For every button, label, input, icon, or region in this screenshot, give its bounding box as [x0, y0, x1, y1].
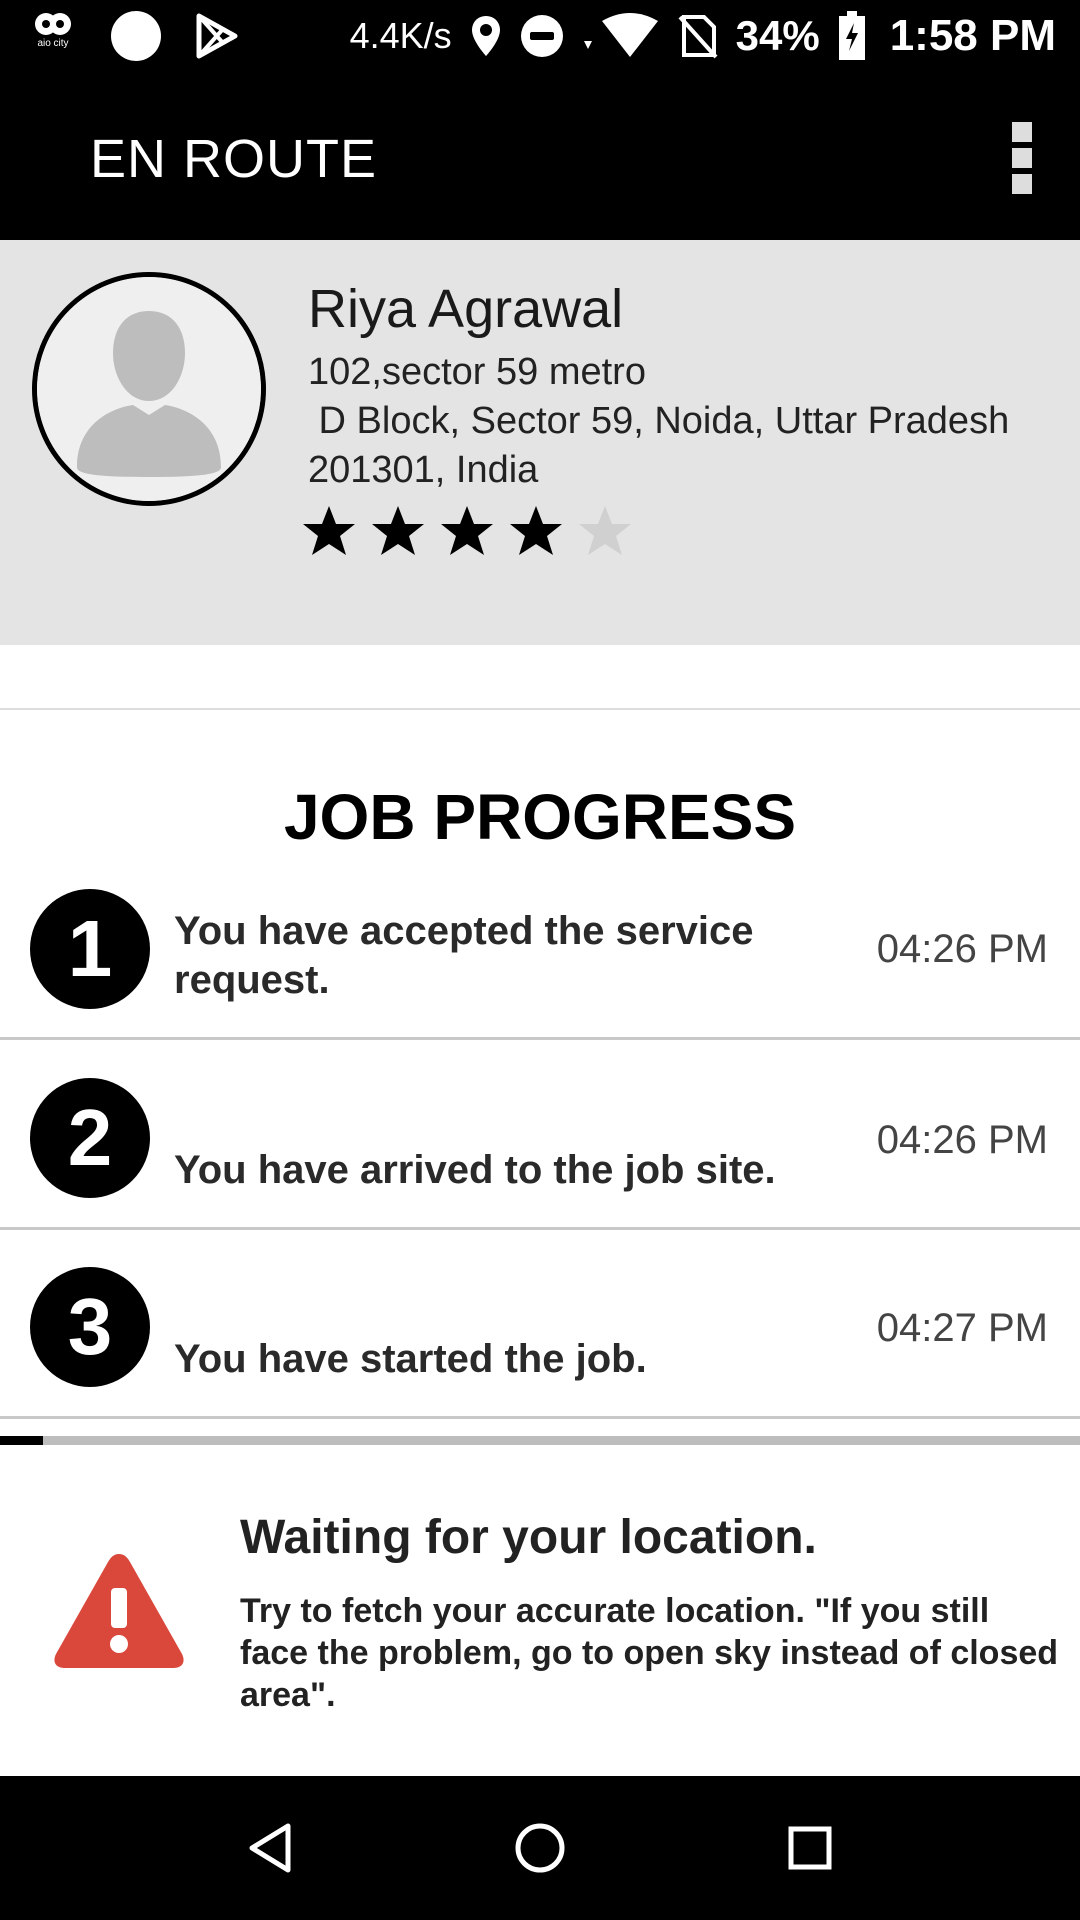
status-bar: aio city 4.4K/s 34% 1:58 PM: [0, 0, 1080, 72]
progress-step: 1 You have accepted the service request.…: [0, 851, 1080, 1040]
location-warning-message: Try to fetch your accurate location. "If…: [240, 1592, 1059, 1714]
zigzag-edge: [0, 625, 1080, 647]
step-number-badge: 2: [30, 1078, 150, 1198]
star-filled-icon: [441, 506, 493, 555]
app-bar: EN ROUTE: [0, 72, 1080, 240]
back-icon[interactable]: [234, 1812, 306, 1884]
no-sim-icon: [678, 13, 718, 59]
step-time: 04:26 PM: [876, 1118, 1048, 1162]
client-address: 102,sector 59 metro D Block, Sector 59, …: [308, 348, 1068, 495]
system-nav-bar: [0, 1776, 1080, 1920]
aio-app-icon: aio city: [30, 10, 76, 62]
step-text: You have accepted the service request.: [174, 909, 754, 1002]
wifi-icon: [582, 13, 660, 59]
person-placeholder-icon: [32, 272, 266, 506]
home-icon[interactable]: [504, 1812, 576, 1884]
network-speed: 4.4K/s: [349, 15, 452, 56]
client-name: Riya Agrawal: [308, 279, 624, 339]
step-time: 04:27 PM: [876, 1306, 1048, 1350]
step-time: 04:26 PM: [876, 927, 1048, 971]
progress-step: 2 You have arrived to the job site. 04:2…: [0, 1040, 1080, 1230]
step-number-badge: 3: [30, 1267, 150, 1387]
location-progress-bar: [0, 1436, 1080, 1445]
star-filled-icon: [303, 506, 355, 555]
job-progress-title: JOB PROGRESS: [283, 781, 797, 853]
address-line: 201301, India: [308, 449, 539, 491]
recents-icon[interactable]: [774, 1812, 846, 1884]
do-not-disturb-icon: [520, 14, 564, 58]
svg-text:aio city: aio city: [37, 38, 68, 49]
overflow-menu-icon[interactable]: [1004, 122, 1040, 194]
client-rating: [300, 503, 634, 561]
battery-charging-icon: [838, 11, 866, 61]
star-filled-icon: [510, 506, 562, 555]
location-warning-title: Waiting for your location.: [240, 1511, 817, 1564]
play-store-icon: [196, 13, 238, 59]
step-text: You have started the job.: [174, 1337, 647, 1381]
page-title: EN ROUTE: [90, 129, 378, 189]
step-text: You have arrived to the job site.: [174, 1148, 776, 1192]
step-number-badge: 1: [30, 889, 150, 1009]
circle-notification-icon: [110, 10, 162, 62]
star-empty-icon: [579, 506, 631, 555]
location-icon: [470, 14, 502, 58]
star-filled-icon: [372, 506, 424, 555]
clock: 1:58 PM: [889, 11, 1056, 60]
address-line: D Block, Sector 59, Noida, Uttar Pradesh: [308, 400, 1010, 442]
location-progress-fill: [0, 1436, 44, 1445]
warning-icon: [54, 1554, 184, 1668]
progress-step: 3 You have started the job. 04:27 PM: [0, 1229, 1080, 1419]
battery-percent: 34%: [735, 12, 820, 59]
divider: [0, 708, 1080, 710]
address-line: 102,sector 59 metro: [308, 351, 646, 393]
divider: [0, 1416, 1080, 1419]
